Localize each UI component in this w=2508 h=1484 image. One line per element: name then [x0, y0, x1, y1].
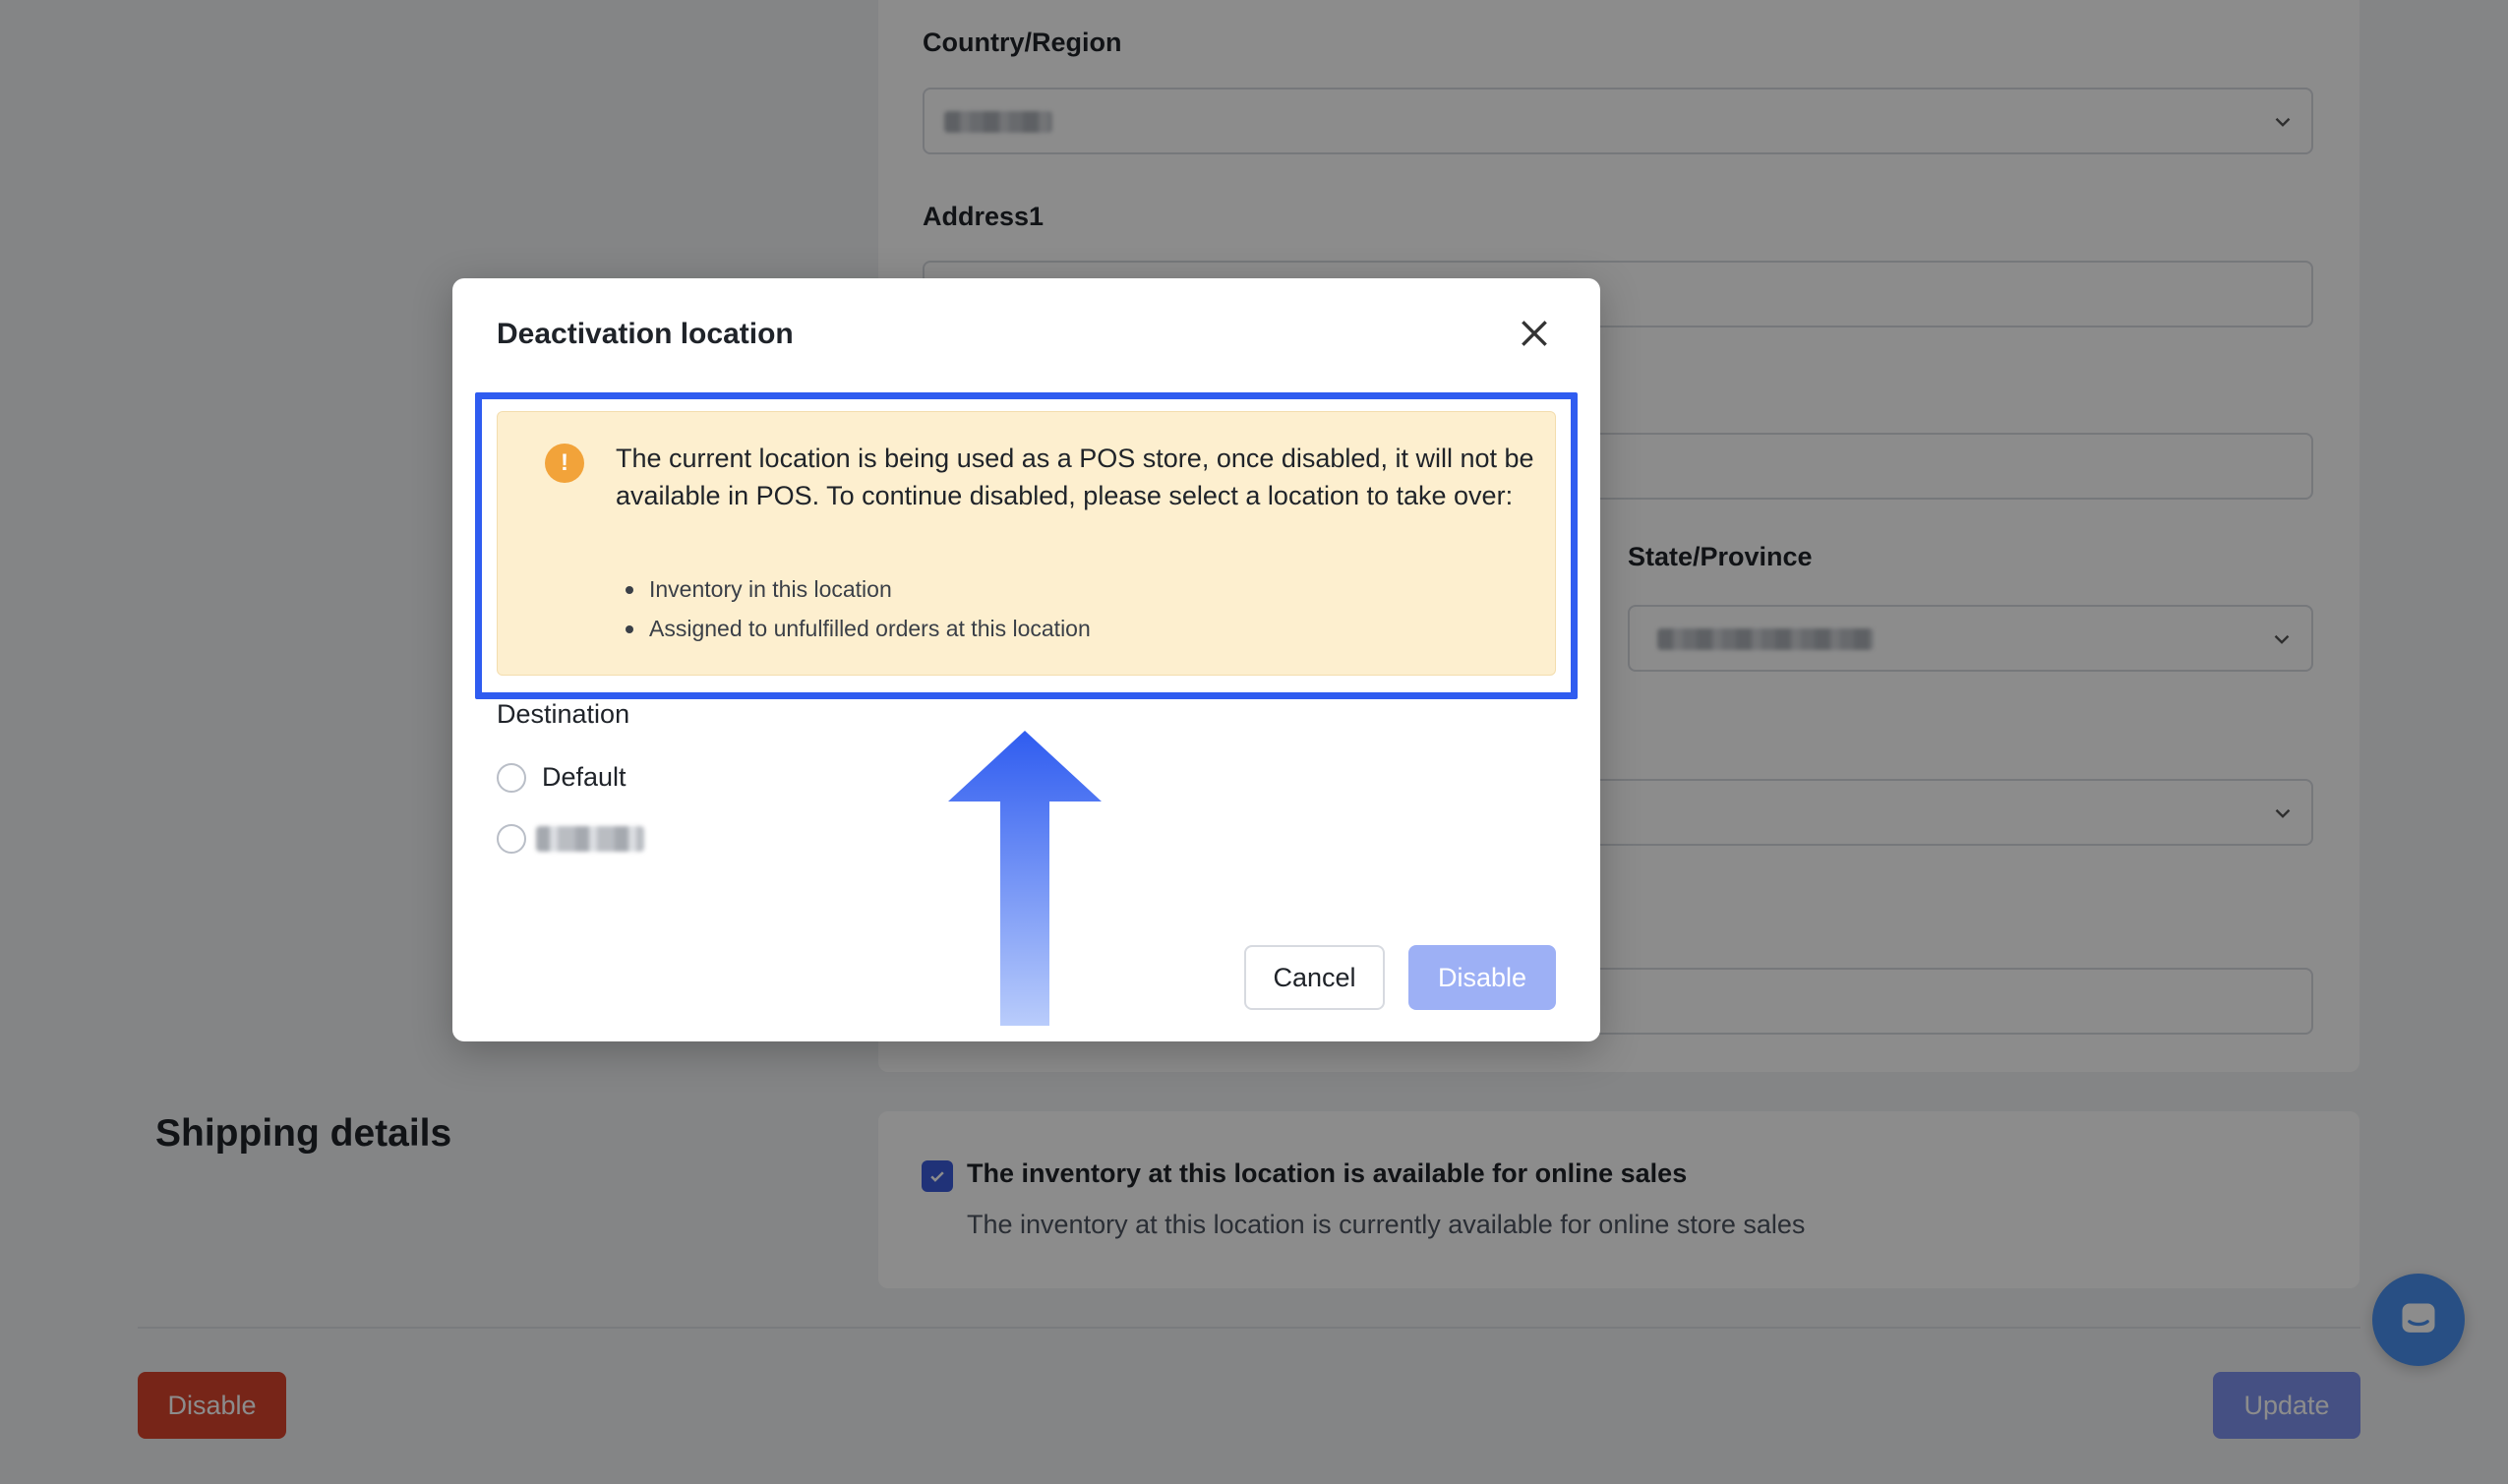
confirm-disable-button[interactable]: Disable	[1408, 945, 1556, 1010]
cancel-button[interactable]: Cancel	[1244, 945, 1385, 1010]
highlight-annotation-frame	[475, 392, 1578, 699]
destination-label: Destination	[497, 699, 630, 729]
modal-title: Deactivation location	[497, 318, 794, 350]
destination-option-default[interactable]: Default	[497, 762, 627, 793]
radio-button[interactable]	[497, 824, 526, 854]
close-icon[interactable]	[1515, 314, 1554, 353]
page: Country/Region Address1 State/Province S…	[0, 0, 2508, 1484]
pointer-arrow-icon	[948, 731, 1102, 1026]
option-label-redacted	[536, 826, 644, 852]
radio-button[interactable]	[497, 762, 526, 793]
option-label: Default	[542, 762, 627, 792]
destination-option-location[interactable]	[497, 824, 644, 854]
deactivation-modal: Deactivation location ! The current loca…	[452, 278, 1600, 1041]
